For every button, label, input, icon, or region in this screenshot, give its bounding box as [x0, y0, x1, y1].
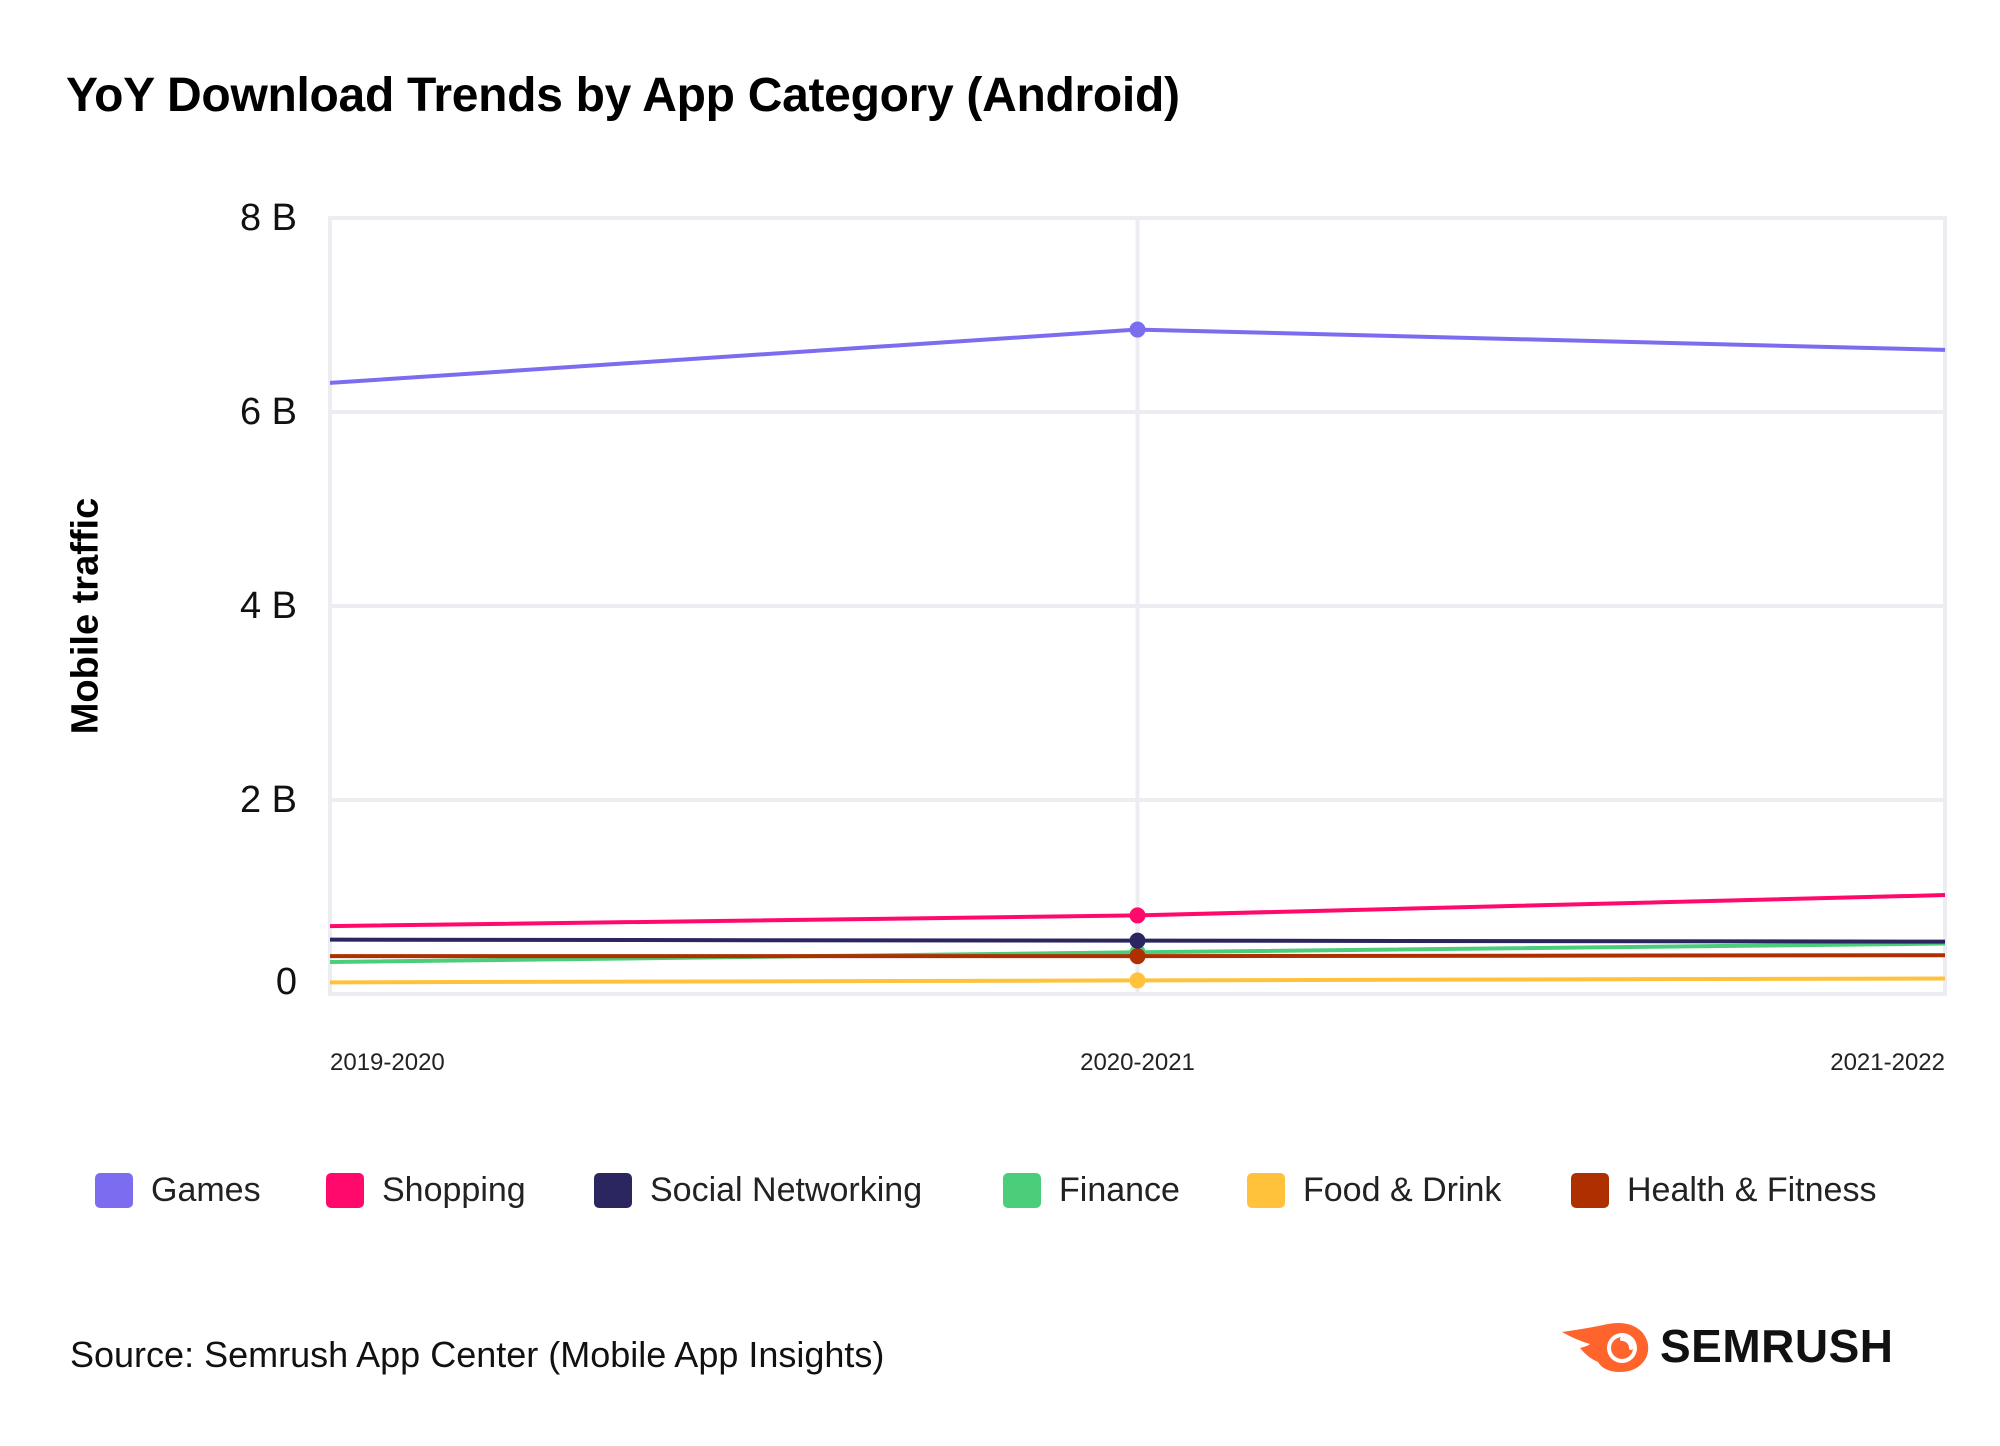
- data-point-games: [1129, 321, 1146, 338]
- legend-swatch: [1247, 1172, 1285, 1208]
- legend-label: Games: [151, 1170, 261, 1209]
- legend-item: Games: [95, 1170, 261, 1210]
- data-point-social-networking: [1129, 932, 1146, 949]
- y-tick-label: 6 B: [240, 391, 297, 433]
- source-note: Source: Semrush App Center (Mobile App I…: [70, 1334, 885, 1375]
- data-point-food-drink: [1129, 972, 1146, 989]
- y-tick-label: 4 B: [240, 585, 297, 627]
- legend-item: Health & Fitness: [1571, 1170, 1876, 1210]
- legend-swatch: [95, 1172, 133, 1208]
- data-point-shopping: [1129, 907, 1146, 924]
- y-axis-ticks: 0 2 B 4 B 6 B 8 B: [240, 197, 297, 1003]
- legend-swatch: [1003, 1172, 1041, 1208]
- legend-label: Social Networking: [650, 1170, 923, 1209]
- semrush-fireball-icon: [1562, 1323, 1649, 1372]
- legend-label: Finance: [1059, 1170, 1180, 1209]
- y-tick-label: 2 B: [240, 779, 297, 821]
- legend-item: Social Networking: [594, 1170, 922, 1210]
- legend-swatch: [594, 1172, 632, 1208]
- legend-label: Health & Fitness: [1627, 1170, 1877, 1209]
- brand-name: SEMRUSH: [1660, 1320, 1894, 1372]
- x-axis-ticks: 2019-2020 2020-2021 2021-2022: [330, 1049, 1945, 1076]
- legend-label: Shopping: [382, 1170, 526, 1209]
- x-tick-label: 2021-2022: [1830, 1049, 1945, 1076]
- y-tick-label: 8 B: [240, 197, 297, 239]
- legend-item: Food & Drink: [1247, 1170, 1501, 1210]
- legend-item: Finance: [1003, 1170, 1180, 1210]
- x-tick-label: 2019-2020: [330, 1049, 445, 1076]
- semrush-logo: SEMRUSH: [1560, 1318, 1894, 1374]
- legend-item: Shopping: [326, 1170, 526, 1210]
- legend-swatch: [326, 1172, 364, 1208]
- line-chart: 0 2 B 4 B 6 B 8 B 2019-2020 2020-2021 2021-202…: [240, 197, 1947, 1076]
- legend-swatch: [1571, 1172, 1609, 1208]
- legend-label: Food & Drink: [1303, 1170, 1502, 1209]
- data-point-health-fitness: [1129, 948, 1146, 965]
- y-tick-label: 0: [276, 961, 297, 1003]
- x-tick-label: 2020-2021: [1080, 1049, 1195, 1076]
